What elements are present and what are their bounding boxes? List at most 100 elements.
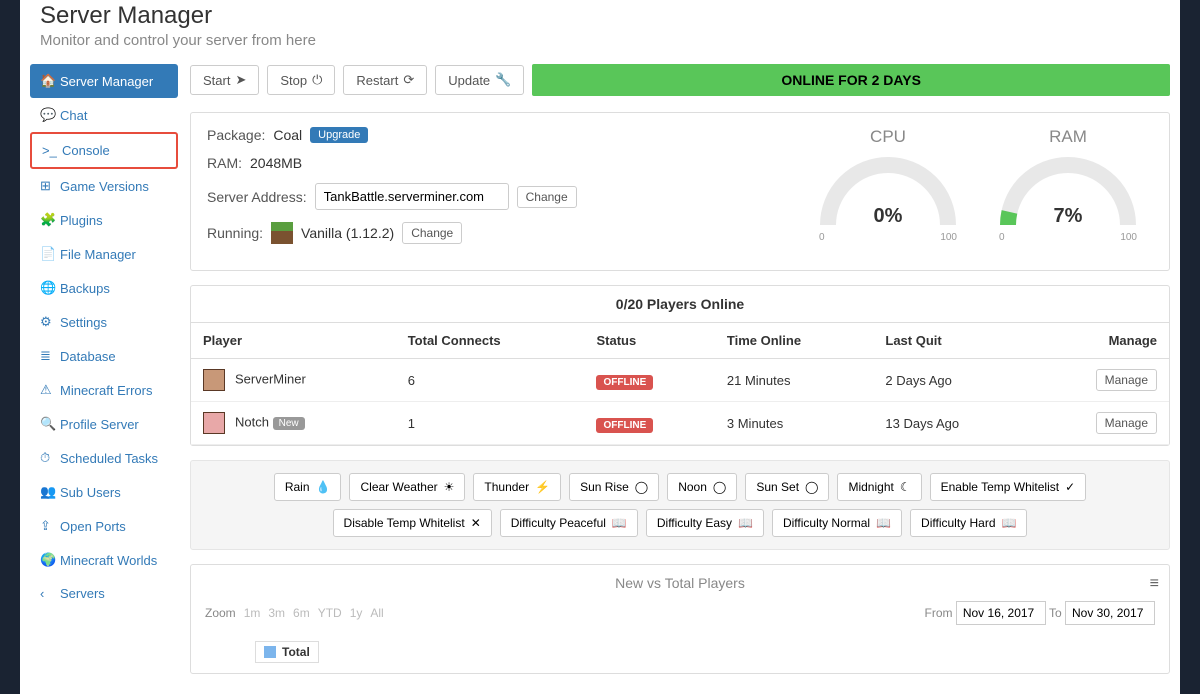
sidebar-item-sub-users[interactable]: 👥Sub Users: [30, 475, 178, 509]
qa-difficulty-hard[interactable]: Difficulty Hard 📖: [910, 509, 1027, 537]
qa-rain[interactable]: Rain 💧: [274, 473, 342, 501]
qa-label: Thunder: [484, 480, 529, 494]
restart-button[interactable]: Restart ⟳: [343, 65, 427, 95]
sidebar-icon: 🌐: [40, 280, 60, 296]
qa-label: Difficulty Hard: [921, 516, 995, 530]
qa-sun-rise[interactable]: Sun Rise ◯: [569, 473, 659, 501]
sidebar-item-settings[interactable]: ⚙Settings: [30, 305, 178, 339]
start-button[interactable]: Start ➤: [190, 65, 259, 95]
legend-total[interactable]: Total: [255, 641, 319, 663]
sidebar-item-chat[interactable]: 💬Chat: [30, 98, 178, 132]
sidebar-item-server-manager[interactable]: 🏠Server Manager: [30, 64, 178, 98]
qa-disable-temp-whitelist[interactable]: Disable Temp Whitelist ✕: [333, 509, 492, 537]
quick-actions: Rain 💧Clear Weather ☀ Thunder ⚡ Sun Rise ◯…: [190, 460, 1170, 550]
to-date-input[interactable]: [1065, 601, 1155, 625]
qa-icon: 📖: [876, 516, 891, 530]
sidebar-item-label: Minecraft Worlds: [60, 553, 157, 568]
sidebar-item-scheduled-tasks[interactable]: ⏱Scheduled Tasks: [30, 441, 178, 475]
sidebar-item-label: Database: [60, 349, 116, 364]
minecraft-icon: [271, 222, 293, 244]
col-manage: Manage: [1031, 323, 1169, 359]
zoom-1m[interactable]: 1m: [244, 606, 261, 620]
zoom-YTD[interactable]: YTD: [318, 606, 342, 620]
qa-icon: 📖: [738, 516, 753, 530]
avatar: [203, 412, 225, 434]
change-address-button[interactable]: Change: [517, 186, 577, 208]
sidebar-item-servers[interactable]: ‹Servers: [30, 577, 178, 610]
sidebar-item-minecraft-worlds[interactable]: 🌍Minecraft Worlds: [30, 543, 178, 577]
qa-icon: ☀: [444, 480, 455, 494]
sidebar-item-label: Servers: [60, 586, 105, 601]
table-row: Notch New1OFFLINE3 Minutes13 Days AgoMan…: [191, 402, 1169, 445]
ram-gauge: RAM 7% 0100: [993, 127, 1143, 256]
sidebar-icon: ⚙: [40, 314, 60, 330]
page-title: Server Manager: [40, 2, 1160, 30]
sidebar-icon: ⇪: [40, 518, 60, 534]
sidebar-item-label: File Manager: [60, 247, 136, 262]
qa-difficulty-easy[interactable]: Difficulty Easy 📖: [646, 509, 764, 537]
legend-swatch: [264, 646, 276, 658]
sidebar-item-backups[interactable]: 🌐Backups: [30, 271, 178, 305]
sidebar-item-label: Backups: [60, 281, 110, 296]
qa-sun-set[interactable]: Sun Set ◯: [745, 473, 829, 501]
sidebar-item-open-ports[interactable]: ⇪Open Ports: [30, 509, 178, 543]
online-status: ONLINE FOR 2 DAYS: [532, 64, 1170, 96]
manage-button[interactable]: Manage: [1096, 369, 1157, 391]
qa-label: Rain: [285, 480, 310, 494]
sidebar-icon: 👥: [40, 484, 60, 500]
qa-icon: ☾: [900, 480, 911, 494]
qa-icon: ◯: [713, 480, 726, 494]
chart-panel: ≡ New vs Total Players Zoom1m3m6mYTD1yAl…: [190, 564, 1170, 674]
qa-midnight[interactable]: Midnight ☾: [837, 473, 921, 501]
sidebar-item-label: Open Ports: [60, 519, 126, 534]
qa-clear-weather[interactable]: Clear Weather ☀: [349, 473, 465, 501]
qa-label: Difficulty Normal: [783, 516, 870, 530]
sidebar-item-console[interactable]: >_Console: [30, 132, 178, 169]
qa-label: Difficulty Peaceful: [511, 516, 606, 530]
qa-enable-temp-whitelist[interactable]: Enable Temp Whitelist ✓: [930, 473, 1087, 501]
ram-label: RAM:: [207, 155, 242, 171]
sidebar-item-game-versions[interactable]: ⊞Game Versions: [30, 169, 178, 203]
sidebar-item-label: Game Versions: [60, 179, 149, 194]
package-value: Coal: [273, 127, 302, 143]
zoom-3m[interactable]: 3m: [268, 606, 285, 620]
qa-label: Sun Rise: [580, 480, 629, 494]
time-online-value: 3 Minutes: [715, 402, 873, 445]
status-badge: OFFLINE: [596, 375, 653, 390]
qa-difficulty-peaceful[interactable]: Difficulty Peaceful 📖: [500, 509, 638, 537]
col-connects: Total Connects: [396, 323, 585, 359]
sidebar-item-plugins[interactable]: 🧩Plugins: [30, 203, 178, 237]
update-button[interactable]: Update 🔧: [435, 65, 524, 95]
sidebar-item-database[interactable]: ≣Database: [30, 339, 178, 373]
from-label: From: [925, 606, 953, 620]
manage-button[interactable]: Manage: [1096, 412, 1157, 434]
table-row: ServerMiner6OFFLINE21 Minutes2 Days AgoM…: [191, 359, 1169, 402]
address-input[interactable]: [315, 183, 509, 210]
qa-thunder[interactable]: Thunder ⚡: [473, 473, 561, 501]
address-label: Server Address:: [207, 189, 307, 205]
zoom-All[interactable]: All: [370, 606, 383, 620]
sidebar-item-file-manager[interactable]: 📄File Manager: [30, 237, 178, 271]
sidebar-icon: ⚠: [40, 382, 60, 398]
avatar: [203, 369, 225, 391]
qa-label: Sun Set: [756, 480, 799, 494]
qa-noon[interactable]: Noon ◯: [667, 473, 737, 501]
stop-button[interactable]: Stop ⏻: [267, 65, 335, 95]
sidebar-icon: 💬: [40, 107, 60, 123]
chart-menu-icon[interactable]: ≡: [1150, 575, 1159, 593]
sidebar-item-label: Scheduled Tasks: [60, 451, 158, 466]
sidebar-item-minecraft-errors[interactable]: ⚠Minecraft Errors: [30, 373, 178, 407]
qa-icon: ◯: [635, 480, 648, 494]
wrench-icon: 🔧: [495, 72, 511, 88]
change-running-button[interactable]: Change: [402, 222, 462, 244]
zoom-6m[interactable]: 6m: [293, 606, 310, 620]
player-name: Notch: [235, 414, 269, 429]
sidebar-icon: ⊞: [40, 178, 60, 194]
from-date-input[interactable]: [956, 601, 1046, 625]
col-status: Status: [584, 323, 714, 359]
qa-difficulty-normal[interactable]: Difficulty Normal 📖: [772, 509, 902, 537]
chart-title: New vs Total Players: [205, 575, 1155, 591]
sidebar-item-profile-server[interactable]: 🔍Profile Server: [30, 407, 178, 441]
upgrade-button[interactable]: Upgrade: [310, 127, 368, 143]
zoom-1y[interactable]: 1y: [350, 606, 363, 620]
